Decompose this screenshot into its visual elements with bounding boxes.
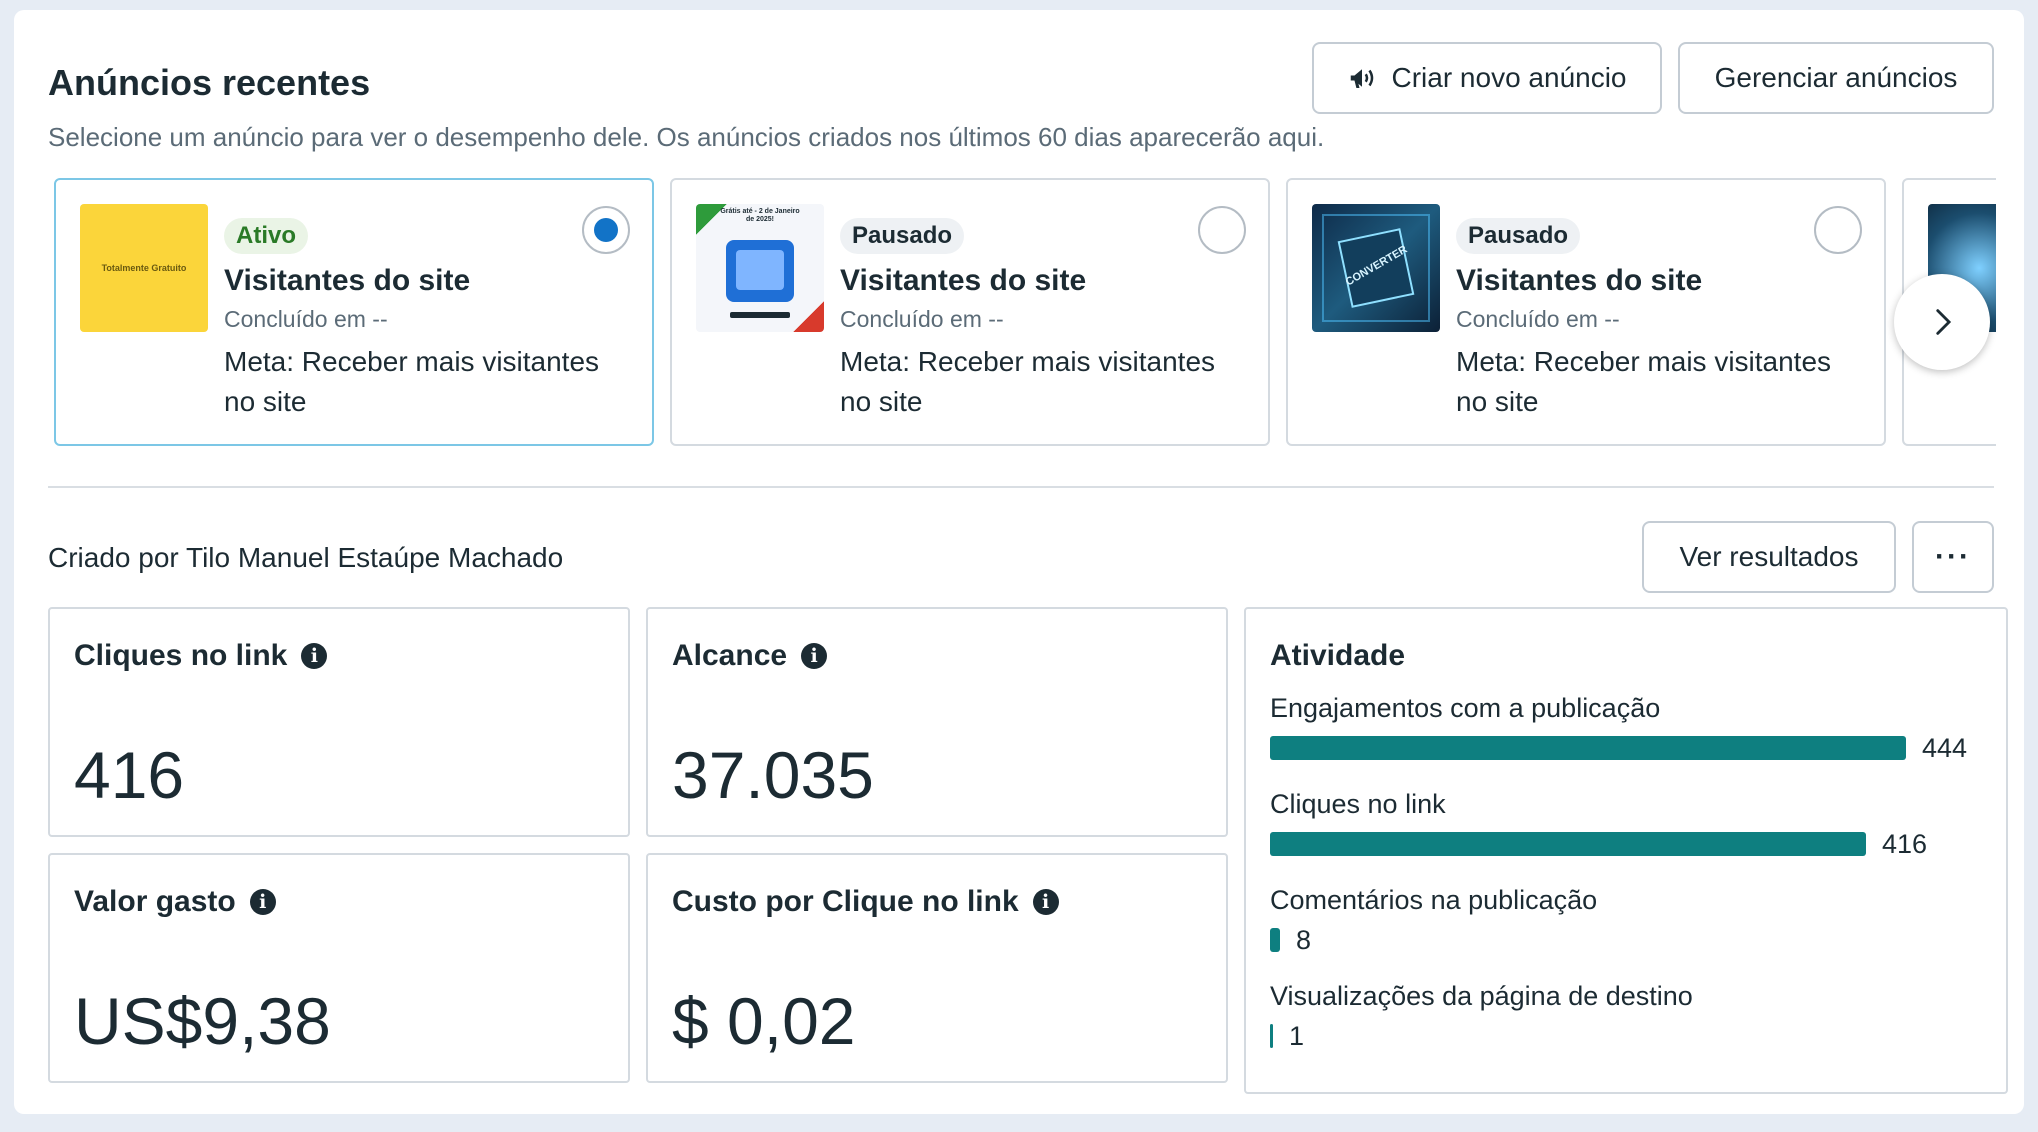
activity-row: Cliques no link 416 — [1270, 789, 1990, 859]
activity-value: 1 — [1289, 1020, 1305, 1051]
ad-select-radio[interactable] — [582, 206, 630, 254]
metric-value: 416 — [74, 738, 185, 812]
recent-ads-panel: Anúncios recentes Selecione um anúncio p… — [14, 10, 2024, 1114]
page-title: Anúncios recentes — [48, 62, 371, 103]
activity-label: Engajamentos com a publicação — [1270, 693, 1661, 723]
metric-title: Cliques no link — [74, 639, 288, 672]
info-icon[interactable]: i — [1032, 889, 1059, 915]
create-ad-button[interactable]: Criar novo anúncio — [1312, 42, 1662, 114]
ad-card[interactable]: Totalmente Gratuito Ativo Visitantes do … — [54, 178, 654, 446]
metric-reach: Alcance i 37.035 — [646, 607, 1228, 837]
ad-select-radio[interactable] — [1198, 206, 1246, 254]
ad-goal: Meta: Receber mais visitantes no site — [224, 346, 600, 417]
activity-bar — [1270, 736, 1906, 760]
ad-card[interactable]: CONVERTER Pausado Visitantes do site Con… — [1286, 178, 1886, 446]
status-badge: Pausado — [840, 218, 965, 254]
activity-title: Atividade — [1270, 639, 1406, 672]
metric-link-clicks: Cliques no link i 416 — [48, 607, 630, 837]
status-badge: Pausado — [1456, 218, 1581, 254]
section-divider — [48, 486, 1994, 488]
ad-thumbnail: CONVERTER — [1312, 204, 1440, 332]
metric-value: $ 0,02 — [672, 984, 856, 1058]
metric-title: Alcance — [672, 639, 788, 672]
activity-bar — [1270, 1024, 1273, 1048]
activity-row: Engajamentos com a publicação 444 — [1270, 693, 1990, 763]
info-icon[interactable]: i — [249, 889, 276, 915]
activity-row: Comentários na publicação 8 — [1270, 885, 1990, 955]
activity-bar — [1270, 832, 1866, 856]
ad-card[interactable]: Grátis até - 2 de Janeiro de 2025! Pausa… — [670, 178, 1270, 446]
metric-amount-spent: Valor gasto i US$9,38 — [48, 853, 630, 1083]
more-options-button[interactable]: ··· — [1912, 521, 1994, 593]
metric-title: Custo por Clique no link — [672, 885, 1019, 918]
manage-ads-button[interactable]: Gerenciar anúncios — [1678, 42, 1994, 114]
creator-label: Criado por Tilo Manuel Estaúpe Machado — [48, 542, 564, 573]
carousel-next-button[interactable] — [1894, 274, 1990, 370]
metric-value: US$9,38 — [74, 984, 331, 1058]
ad-end-date: Concluído em -- — [224, 306, 388, 332]
info-icon[interactable]: i — [801, 643, 828, 669]
chevron-right-icon — [1936, 309, 1952, 335]
activity-value: 444 — [1922, 732, 1968, 763]
ad-goal: Meta: Receber mais visitantes no site — [840, 346, 1216, 417]
ad-thumbnail: Totalmente Gratuito — [80, 204, 208, 332]
activity-row: Visualizações da página de destino 1 — [1270, 981, 1990, 1051]
megaphone-icon — [1351, 69, 1374, 88]
ad-end-date: Concluído em -- — [840, 306, 1004, 332]
info-icon[interactable]: i — [301, 643, 328, 669]
ad-name: Visitantes do site — [224, 264, 471, 297]
activity-bar — [1270, 928, 1280, 952]
thumbnail-caption: Totalmente Gratuito — [101, 263, 187, 273]
activity-card: Atividade Engajamentos com a publicação … — [1244, 607, 2008, 1094]
ad-goal: Meta: Receber mais visitantes no site — [1456, 346, 1832, 417]
ad-name: Visitantes do site — [840, 264, 1087, 297]
activity-label: Cliques no link — [1270, 789, 1446, 819]
page-subtitle: Selecione um anúncio para ver o desempen… — [48, 122, 1325, 152]
status-badge: Ativo — [224, 218, 308, 254]
activity-value: 416 — [1882, 828, 1928, 859]
ad-select-radio[interactable] — [1814, 206, 1862, 254]
create-ad-label: Criar novo anúncio — [1391, 62, 1627, 93]
view-results-button[interactable]: Ver resultados — [1642, 521, 1896, 593]
metric-cost-per-click: Custo por Clique no link i $ 0,02 — [646, 853, 1228, 1083]
metric-value: 37.035 — [672, 738, 874, 812]
activity-value: 8 — [1296, 924, 1312, 955]
ad-thumbnail: Grátis até - 2 de Janeiro de 2025! — [696, 204, 824, 332]
ads-carousel: Totalmente Gratuito Ativo Visitantes do … — [54, 178, 1996, 460]
ad-end-date: Concluído em -- — [1456, 306, 1620, 332]
activity-label: Comentários na publicação — [1270, 885, 1598, 915]
metric-title: Valor gasto — [74, 885, 236, 918]
activity-label: Visualizações da página de destino — [1270, 981, 1693, 1011]
thumbnail-caption: Grátis até - 2 de Janeiro de 2025! — [720, 208, 800, 223]
ad-name: Visitantes do site — [1456, 264, 1703, 297]
